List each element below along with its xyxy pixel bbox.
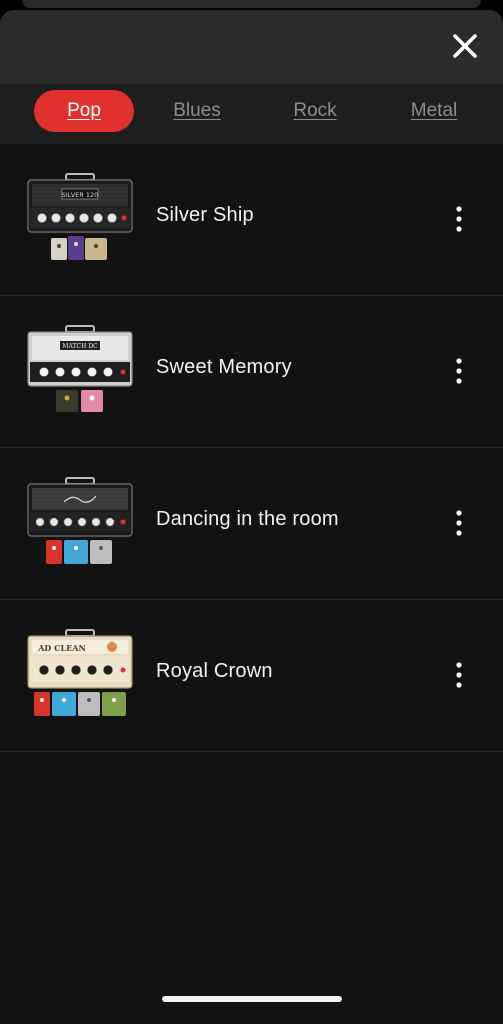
preset-name: Silver Ship xyxy=(156,204,254,226)
preset-name: Royal Crown xyxy=(156,660,273,682)
more-options-button[interactable] xyxy=(445,506,473,540)
amp-rig-image: AD CLEAN xyxy=(27,629,133,716)
more-vertical-icon xyxy=(456,510,462,536)
more-options-button[interactable] xyxy=(445,202,473,236)
amp-rig-image: SILVER 120 xyxy=(27,173,133,260)
amp-thumbnail: AD CLEAN xyxy=(26,628,134,724)
more-vertical-icon xyxy=(456,206,462,232)
svg-text:AD CLEAN: AD CLEAN xyxy=(37,643,86,653)
tab-metal[interactable]: Metal xyxy=(384,90,484,132)
close-button[interactable] xyxy=(447,28,483,64)
more-options-button[interactable] xyxy=(445,658,473,692)
amp-thumbnail xyxy=(26,476,134,572)
preset-list: SILVER 120 Silver Ship MATCH DC Sweet Me… xyxy=(0,144,503,752)
home-indicator[interactable] xyxy=(162,996,342,1002)
genre-tabs: Pop Blues Rock Metal xyxy=(0,84,503,144)
tab-pop[interactable]: Pop xyxy=(34,90,134,132)
preset-sheet: Pop Blues Rock Metal SILVER 120 Silver S… xyxy=(0,10,503,1024)
preset-row-dancing-in-the-room[interactable]: Dancing in the room xyxy=(0,448,503,600)
preset-row-silver-ship[interactable]: SILVER 120 Silver Ship xyxy=(0,144,503,296)
amp-rig-image: MATCH DC xyxy=(27,325,133,412)
amp-rig-image xyxy=(27,477,133,564)
close-icon xyxy=(453,34,477,58)
preset-row-sweet-memory[interactable]: MATCH DC Sweet Memory xyxy=(0,296,503,448)
preset-name: Sweet Memory xyxy=(156,356,292,378)
tab-blues[interactable]: Blues xyxy=(147,90,247,132)
tab-rock[interactable]: Rock xyxy=(265,90,365,132)
svg-text:MATCH DC: MATCH DC xyxy=(62,343,98,350)
sheet-header xyxy=(0,10,503,84)
amp-thumbnail: MATCH DC xyxy=(26,324,134,420)
preset-row-royal-crown[interactable]: AD CLEAN Royal Crown xyxy=(0,600,503,752)
more-vertical-icon xyxy=(456,662,462,688)
more-vertical-icon xyxy=(456,358,462,384)
more-options-button[interactable] xyxy=(445,354,473,388)
amp-thumbnail: SILVER 120 xyxy=(26,172,134,268)
background-card xyxy=(22,0,481,8)
svg-text:SILVER 120: SILVER 120 xyxy=(62,191,99,199)
preset-name: Dancing in the room xyxy=(156,508,339,530)
